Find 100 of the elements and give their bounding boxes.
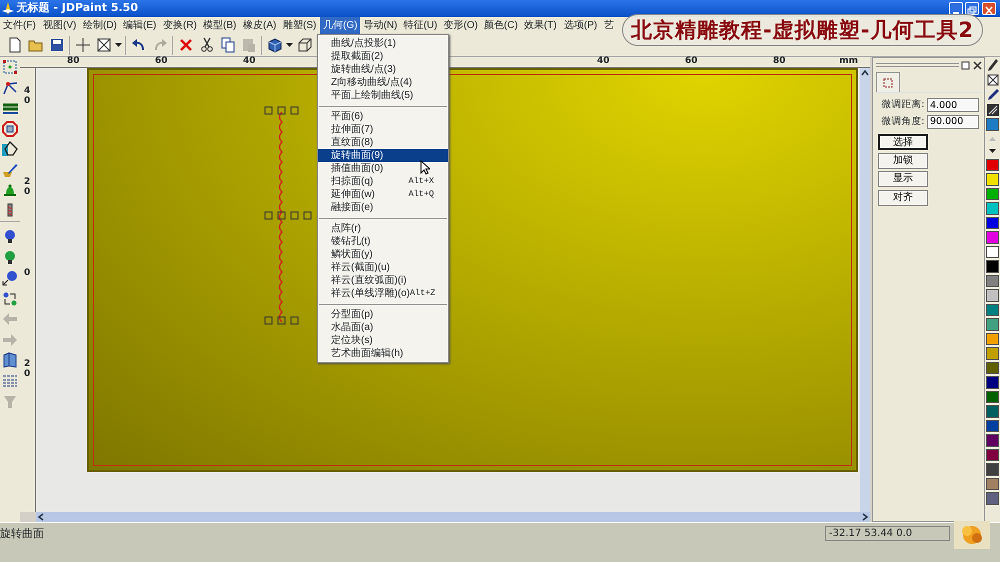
- menu-item[interactable]: 视图(V): [40, 17, 80, 34]
- panel-button[interactable]: 加锁: [878, 152, 928, 168]
- color-swatch[interactable]: [986, 463, 999, 476]
- video-caption: 北京精雕教程-虚拟雕塑-几何工具2: [622, 14, 984, 46]
- color-swatch[interactable]: [986, 304, 999, 316]
- color-swatch[interactable]: [986, 289, 999, 302]
- scroll-left-icon[interactable]: [36, 512, 46, 522]
- menu-item[interactable]: 雕塑(S): [280, 17, 320, 34]
- horizontal-scrollbar[interactable]: [36, 512, 870, 522]
- menu-option[interactable]: 旋转曲面(9): [318, 149, 448, 162]
- menu-item[interactable]: 选项(P): [560, 17, 601, 34]
- menu-item[interactable]: 文件(F): [0, 17, 40, 34]
- restore-button[interactable]: [965, 2, 979, 15]
- menu-option[interactable]: 祥云(直纹弧面)(i): [318, 274, 448, 287]
- panel-button[interactable]: 显示: [878, 171, 928, 187]
- color-swatch[interactable]: [986, 274, 999, 287]
- ruler-label: 60: [685, 56, 698, 67]
- color-swatch[interactable]: [986, 390, 999, 403]
- panel-button[interactable]: 对齐: [878, 190, 928, 206]
- color-swatch[interactable]: [986, 448, 999, 461]
- color-swatch[interactable]: [986, 376, 999, 388]
- menu-option[interactable]: 提取截面(2): [318, 50, 448, 63]
- vertical-scrollbar[interactable]: [860, 68, 870, 512]
- menu-option[interactable]: 分型面(p): [318, 308, 448, 321]
- menu-option[interactable]: 鳞状面(y): [318, 248, 448, 261]
- scroll-down-icon[interactable]: [988, 146, 997, 155]
- close-button[interactable]: [982, 2, 996, 15]
- box-cross-icon[interactable]: [985, 72, 1000, 87]
- menu-option[interactable]: 艺术曲面编辑(h): [318, 347, 448, 360]
- color-swatch[interactable]: [986, 332, 999, 345]
- octagon-icon[interactable]: [0, 118, 20, 139]
- flower-icon: [954, 520, 990, 548]
- minimize-button[interactable]: [948, 2, 962, 15]
- menu-option[interactable]: 扫掠面(q) Alt+X: [318, 175, 448, 188]
- color-swatch[interactable]: [986, 318, 999, 330]
- scroll-right-icon[interactable]: [860, 512, 870, 522]
- color-swatch[interactable]: [986, 173, 999, 186]
- menu-option[interactable]: 直纹面(8): [318, 136, 448, 149]
- menu-option[interactable]: 延伸面(w) Alt+Q: [318, 188, 448, 201]
- menu-item[interactable]: 绘制(D): [80, 17, 120, 34]
- menu-item[interactable]: 特征(U): [400, 17, 440, 34]
- input-field[interactable]: 90.000: [927, 114, 979, 129]
- eyedropper-icon[interactable]: [985, 87, 1000, 102]
- menu-item[interactable]: 颜色(C): [480, 17, 521, 34]
- menu-option[interactable]: 点阵(r): [318, 222, 448, 235]
- menu-option[interactable]: 祥云(截面)(u): [318, 261, 448, 274]
- field-label: 微调距离:: [881, 98, 924, 112]
- menu-item[interactable]: 变形(O): [440, 17, 481, 34]
- color-swatch[interactable]: [986, 434, 999, 446]
- color-square-icon[interactable]: [986, 118, 999, 131]
- panel-tab[interactable]: [876, 72, 900, 92]
- menu-option[interactable]: 祥云(单线浮雕)(o)Alt+Z: [318, 287, 448, 300]
- color-swatch[interactable]: [986, 478, 999, 490]
- color-swatch[interactable]: [986, 420, 999, 432]
- color-swatch[interactable]: [986, 188, 999, 200]
- pattern-icon[interactable]: [985, 102, 1000, 117]
- ruler-label: 40: [24, 87, 32, 107]
- color-swatch[interactable]: [986, 231, 999, 244]
- menu-item[interactable]: 橡皮(A): [240, 17, 280, 34]
- menu-option[interactable]: 拉伸面(7): [318, 123, 448, 136]
- minimize-icon: [952, 12, 958, 14]
- color-swatch[interactable]: [986, 492, 999, 504]
- color-swatch[interactable]: [986, 158, 999, 171]
- color-swatch[interactable]: [986, 347, 999, 360]
- panel-button[interactable]: 选择: [878, 134, 928, 150]
- menu-option[interactable]: 插值曲面(0): [318, 162, 448, 175]
- close-icon: [982, 5, 994, 16]
- ruler-label: 40: [243, 56, 256, 67]
- color-swatch[interactable]: [986, 362, 999, 374]
- menu-item[interactable]: 效果(T): [520, 17, 561, 34]
- color-swatch[interactable]: [986, 260, 999, 272]
- status-message: 旋转曲面: [0, 526, 44, 542]
- color-swatch[interactable]: [986, 246, 999, 258]
- color-swatch[interactable]: [986, 216, 999, 229]
- close-icon[interactable]: [972, 60, 982, 70]
- menu-item[interactable]: 变换(R): [160, 17, 200, 34]
- menu-option[interactable]: 平面上绘制曲线(5): [318, 89, 448, 102]
- cursor-icon: [420, 160, 430, 175]
- menu-item[interactable]: 编辑(E): [120, 17, 160, 34]
- bulb-arrow-icon[interactable]: [0, 268, 20, 288]
- menu-option[interactable]: 曲线/点投影(1): [318, 37, 448, 50]
- menu-option[interactable]: 镂钻孔(t): [318, 235, 448, 248]
- menu-option[interactable]: 旋转曲线/点(3): [318, 63, 448, 76]
- ruler-label: 40: [597, 56, 610, 67]
- menu-option[interactable]: Z向移动曲线/点(4): [318, 76, 448, 89]
- menu-option[interactable]: 定位块(s): [318, 334, 448, 347]
- color-swatch[interactable]: [986, 405, 999, 418]
- menu-item[interactable]: 几何(G): [320, 17, 360, 34]
- color-swatch[interactable]: [986, 202, 999, 214]
- menu-option[interactable]: 水晶面(a): [318, 321, 448, 334]
- menu-option[interactable]: 融接面(e): [318, 201, 448, 214]
- menu-item[interactable]: 艺: [600, 17, 617, 34]
- scroll-up-icon[interactable]: [860, 68, 870, 78]
- menu-item[interactable]: 模型(B): [200, 17, 240, 34]
- ruler-label: 60: [155, 56, 168, 67]
- restore-icon[interactable]: [961, 60, 970, 70]
- input-field[interactable]: 4.000: [927, 98, 979, 112]
- menu-option[interactable]: 平面(6): [318, 110, 448, 123]
- menu-item[interactable]: 导动(N): [360, 17, 400, 34]
- unit-label: mm: [839, 56, 858, 67]
